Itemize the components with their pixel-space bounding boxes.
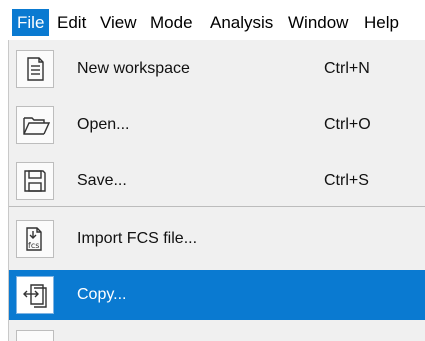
menu-window[interactable]: Window [288, 9, 348, 36]
menu-item-copy[interactable]: Copy... [9, 270, 425, 320]
menu-view[interactable]: View [100, 9, 137, 36]
menu-item-label: Import FCS file... [77, 230, 198, 247]
menu-mode[interactable]: Mode [150, 9, 193, 36]
new-document-icon [16, 50, 54, 88]
folder-open-icon [16, 106, 54, 144]
floppy-disk-icon [16, 162, 54, 200]
menu-item-import-fcs[interactable]: fcs Import FCS file... [9, 214, 425, 264]
copy-documents-icon [16, 276, 54, 314]
menu-analysis[interactable]: Analysis [210, 9, 273, 36]
menu-help[interactable]: Help [364, 9, 399, 36]
menu-file[interactable]: File [12, 9, 50, 36]
menu-item-partial-icon [16, 330, 54, 341]
menu-item-open[interactable]: Open... Ctrl+O [9, 100, 425, 150]
file-menu-dropdown: New workspace Ctrl+N Open... Ctrl+O Save… [8, 40, 425, 341]
menu-item-label: New workspace [77, 60, 190, 77]
fcs-file-icon: fcs [16, 220, 54, 258]
shortcut-label: Ctrl+O [324, 116, 371, 133]
menu-bar: File Edit View Mode Analysis Window Help [0, 0, 425, 44]
menu-edit[interactable]: Edit [57, 9, 86, 36]
shortcut-label: Ctrl+N [324, 60, 370, 77]
menu-item-new-workspace[interactable]: New workspace Ctrl+N [9, 44, 425, 94]
menu-item-label: Save... [77, 172, 127, 189]
menu-item-label: Open... [77, 116, 130, 133]
menu-separator [9, 206, 425, 207]
shortcut-label: Ctrl+S [324, 172, 369, 189]
menu-item-save[interactable]: Save... Ctrl+S [9, 156, 425, 206]
svg-text:fcs: fcs [28, 241, 39, 250]
menu-item-label: Copy... [77, 286, 127, 303]
